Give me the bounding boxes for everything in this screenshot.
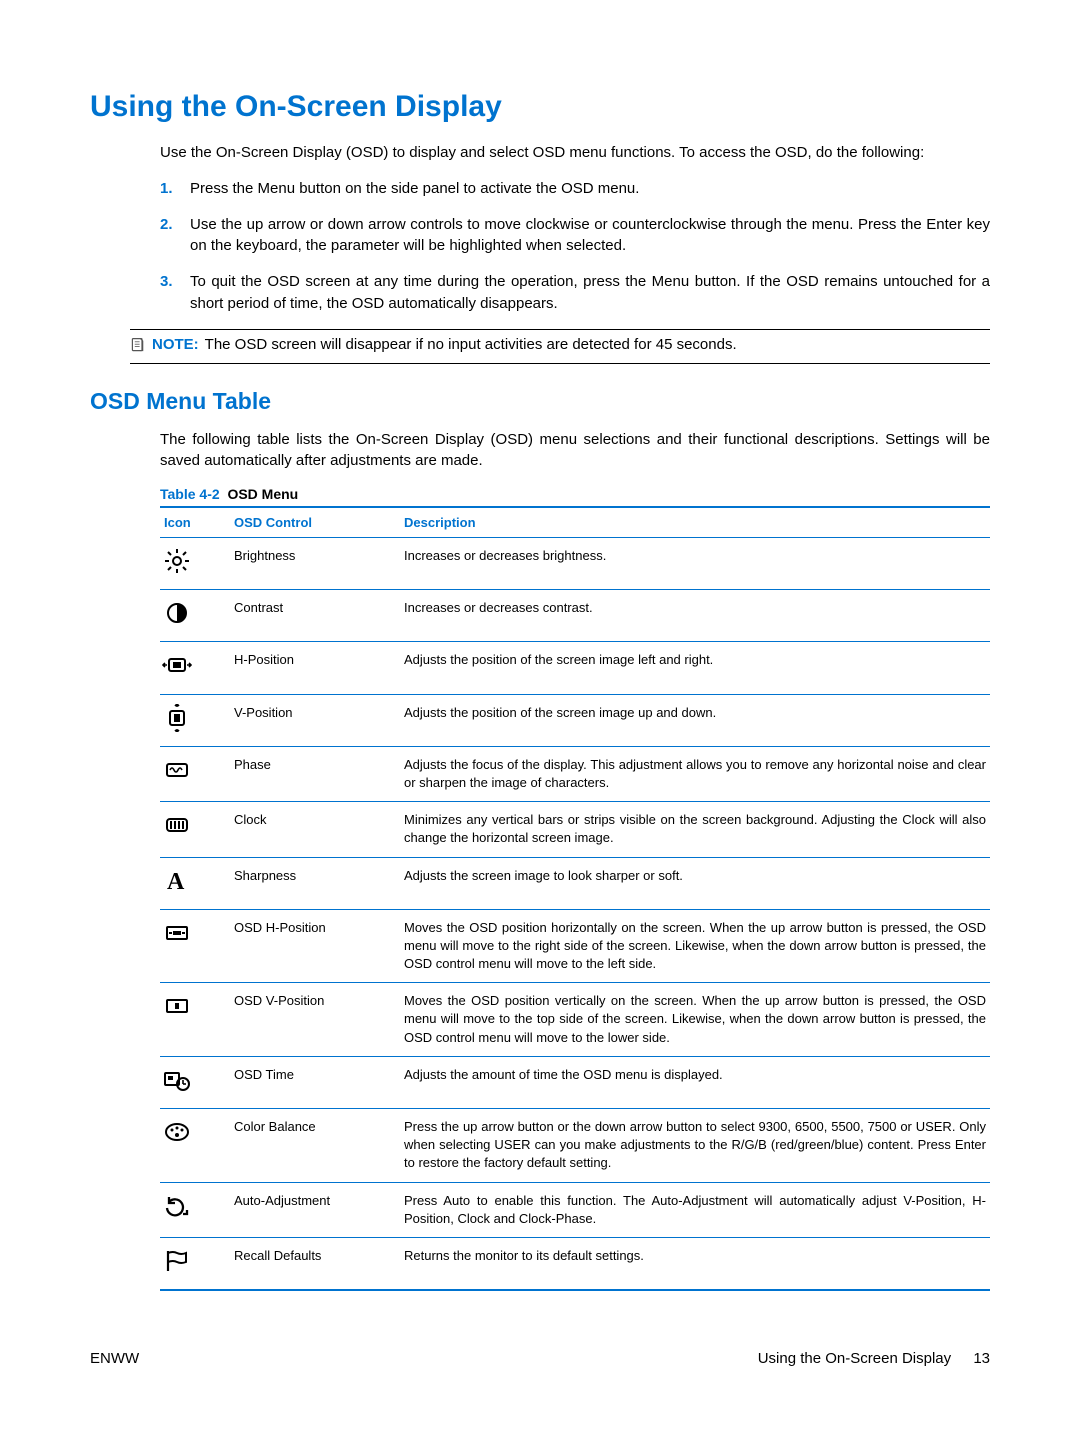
description-cell: Increases or decreases contrast. [400, 590, 990, 642]
note-block: NOTE: The OSD screen will disappear if no… [130, 329, 990, 364]
icon-cell [160, 1237, 230, 1290]
control-cell: Sharpness [230, 857, 400, 909]
osd-v-position-icon [162, 992, 192, 1020]
th-description: Description [400, 507, 990, 538]
th-icon: Icon [160, 507, 230, 538]
recall-defaults-icon [162, 1247, 192, 1275]
steps-list: 1.Press the Menu button on the side pane… [160, 178, 990, 315]
icon-cell [160, 1182, 230, 1237]
description-cell: Adjusts the amount of time the OSD menu … [400, 1056, 990, 1108]
table-row: H-PositionAdjusts the position of the sc… [160, 642, 990, 694]
icon-cell [160, 1056, 230, 1108]
footer-right-text: Using the On-Screen Display [758, 1350, 951, 1367]
page-title: Using the On-Screen Display [90, 90, 990, 124]
description-cell: Increases or decreases brightness. [400, 538, 990, 590]
control-cell: Auto-Adjustment [230, 1182, 400, 1237]
note-icon [130, 337, 152, 357]
table-row: OSD TimeAdjusts the amount of time the O… [160, 1056, 990, 1108]
h-position-icon [162, 651, 192, 679]
description-cell: Returns the monitor to its default setti… [400, 1237, 990, 1290]
intro-paragraph: Use the On-Screen Display (OSD) to displ… [160, 142, 990, 164]
step-number: 1. [160, 178, 190, 200]
step-item: 2.Use the up arrow or down arrow control… [160, 214, 990, 258]
color-balance-icon [162, 1118, 192, 1146]
control-cell: Brightness [230, 538, 400, 590]
description-cell: Moves the OSD position horizontally on t… [400, 909, 990, 983]
control-cell: OSD Time [230, 1056, 400, 1108]
icon-cell [160, 642, 230, 694]
table-row: OSD H-PositionMoves the OSD position hor… [160, 909, 990, 983]
description-cell: Minimizes any vertical bars or strips vi… [400, 802, 990, 857]
table-row: PhaseAdjusts the focus of the display. T… [160, 746, 990, 801]
table-row: ClockMinimizes any vertical bars or stri… [160, 802, 990, 857]
sharpness-icon [162, 867, 192, 895]
osd-menu-table: Icon OSD Control Description BrightnessI… [160, 506, 990, 1291]
icon-cell [160, 1109, 230, 1183]
description-cell: Press the up arrow button or the down ar… [400, 1109, 990, 1183]
control-cell: OSD H-Position [230, 909, 400, 983]
section-heading: OSD Menu Table [90, 388, 990, 415]
control-cell: Color Balance [230, 1109, 400, 1183]
phase-icon [162, 756, 192, 784]
control-cell: Phase [230, 746, 400, 801]
description-cell: Moves the OSD position vertically on the… [400, 983, 990, 1057]
table-caption-name: OSD Menu [224, 486, 299, 502]
table-row: V-PositionAdjusts the position of the sc… [160, 694, 990, 746]
table-caption-prefix: Table 4-2 [160, 486, 220, 502]
table-row: Auto-AdjustmentPress Auto to enable this… [160, 1182, 990, 1237]
page-footer: ENWW Using the On-Screen Display 13 [90, 1350, 990, 1367]
step-text: Use the up arrow or down arrow controls … [190, 214, 990, 258]
step-number: 2. [160, 214, 190, 258]
icon-cell [160, 746, 230, 801]
description-cell: Adjusts the position of the screen image… [400, 694, 990, 746]
osd-time-icon [162, 1066, 192, 1094]
description-cell: Adjusts the position of the screen image… [400, 642, 990, 694]
control-cell: Contrast [230, 590, 400, 642]
table-caption: Table 4-2 OSD Menu [160, 486, 990, 502]
control-cell: H-Position [230, 642, 400, 694]
table-row: Color BalancePress the up arrow button o… [160, 1109, 990, 1183]
th-control: OSD Control [230, 507, 400, 538]
icon-cell [160, 538, 230, 590]
step-item: 3.To quit the OSD screen at any time dur… [160, 271, 990, 315]
description-cell: Adjusts the screen image to look sharper… [400, 857, 990, 909]
clock-icon [162, 811, 192, 839]
step-text: Press the Menu button on the side panel … [190, 178, 990, 200]
table-row: SharpnessAdjusts the screen image to loo… [160, 857, 990, 909]
control-cell: V-Position [230, 694, 400, 746]
table-intro: The following table lists the On-Screen … [160, 429, 990, 473]
step-item: 1.Press the Menu button on the side pane… [160, 178, 990, 200]
note-text: The OSD screen will disappear if no inpu… [205, 336, 737, 353]
description-cell: Adjusts the focus of the display. This a… [400, 746, 990, 801]
icon-cell [160, 857, 230, 909]
icon-cell [160, 802, 230, 857]
note-label: NOTE: [152, 336, 199, 353]
brightness-icon [162, 547, 192, 575]
contrast-icon [162, 599, 192, 627]
osd-h-position-icon [162, 919, 192, 947]
table-row: BrightnessIncreases or decreases brightn… [160, 538, 990, 590]
control-cell: OSD V-Position [230, 983, 400, 1057]
v-position-icon [162, 704, 192, 732]
icon-cell [160, 590, 230, 642]
table-row: ContrastIncreases or decreases contrast. [160, 590, 990, 642]
description-cell: Press Auto to enable this function. The … [400, 1182, 990, 1237]
footer-left: ENWW [90, 1350, 139, 1367]
auto-adjustment-icon [162, 1192, 192, 1220]
control-cell: Clock [230, 802, 400, 857]
table-row: OSD V-PositionMoves the OSD position ver… [160, 983, 990, 1057]
control-cell: Recall Defaults [230, 1237, 400, 1290]
table-row: Recall DefaultsReturns the monitor to it… [160, 1237, 990, 1290]
step-text: To quit the OSD screen at any time durin… [190, 271, 990, 315]
icon-cell [160, 694, 230, 746]
page-number: 13 [973, 1350, 990, 1367]
step-number: 3. [160, 271, 190, 315]
icon-cell [160, 983, 230, 1057]
icon-cell [160, 909, 230, 983]
